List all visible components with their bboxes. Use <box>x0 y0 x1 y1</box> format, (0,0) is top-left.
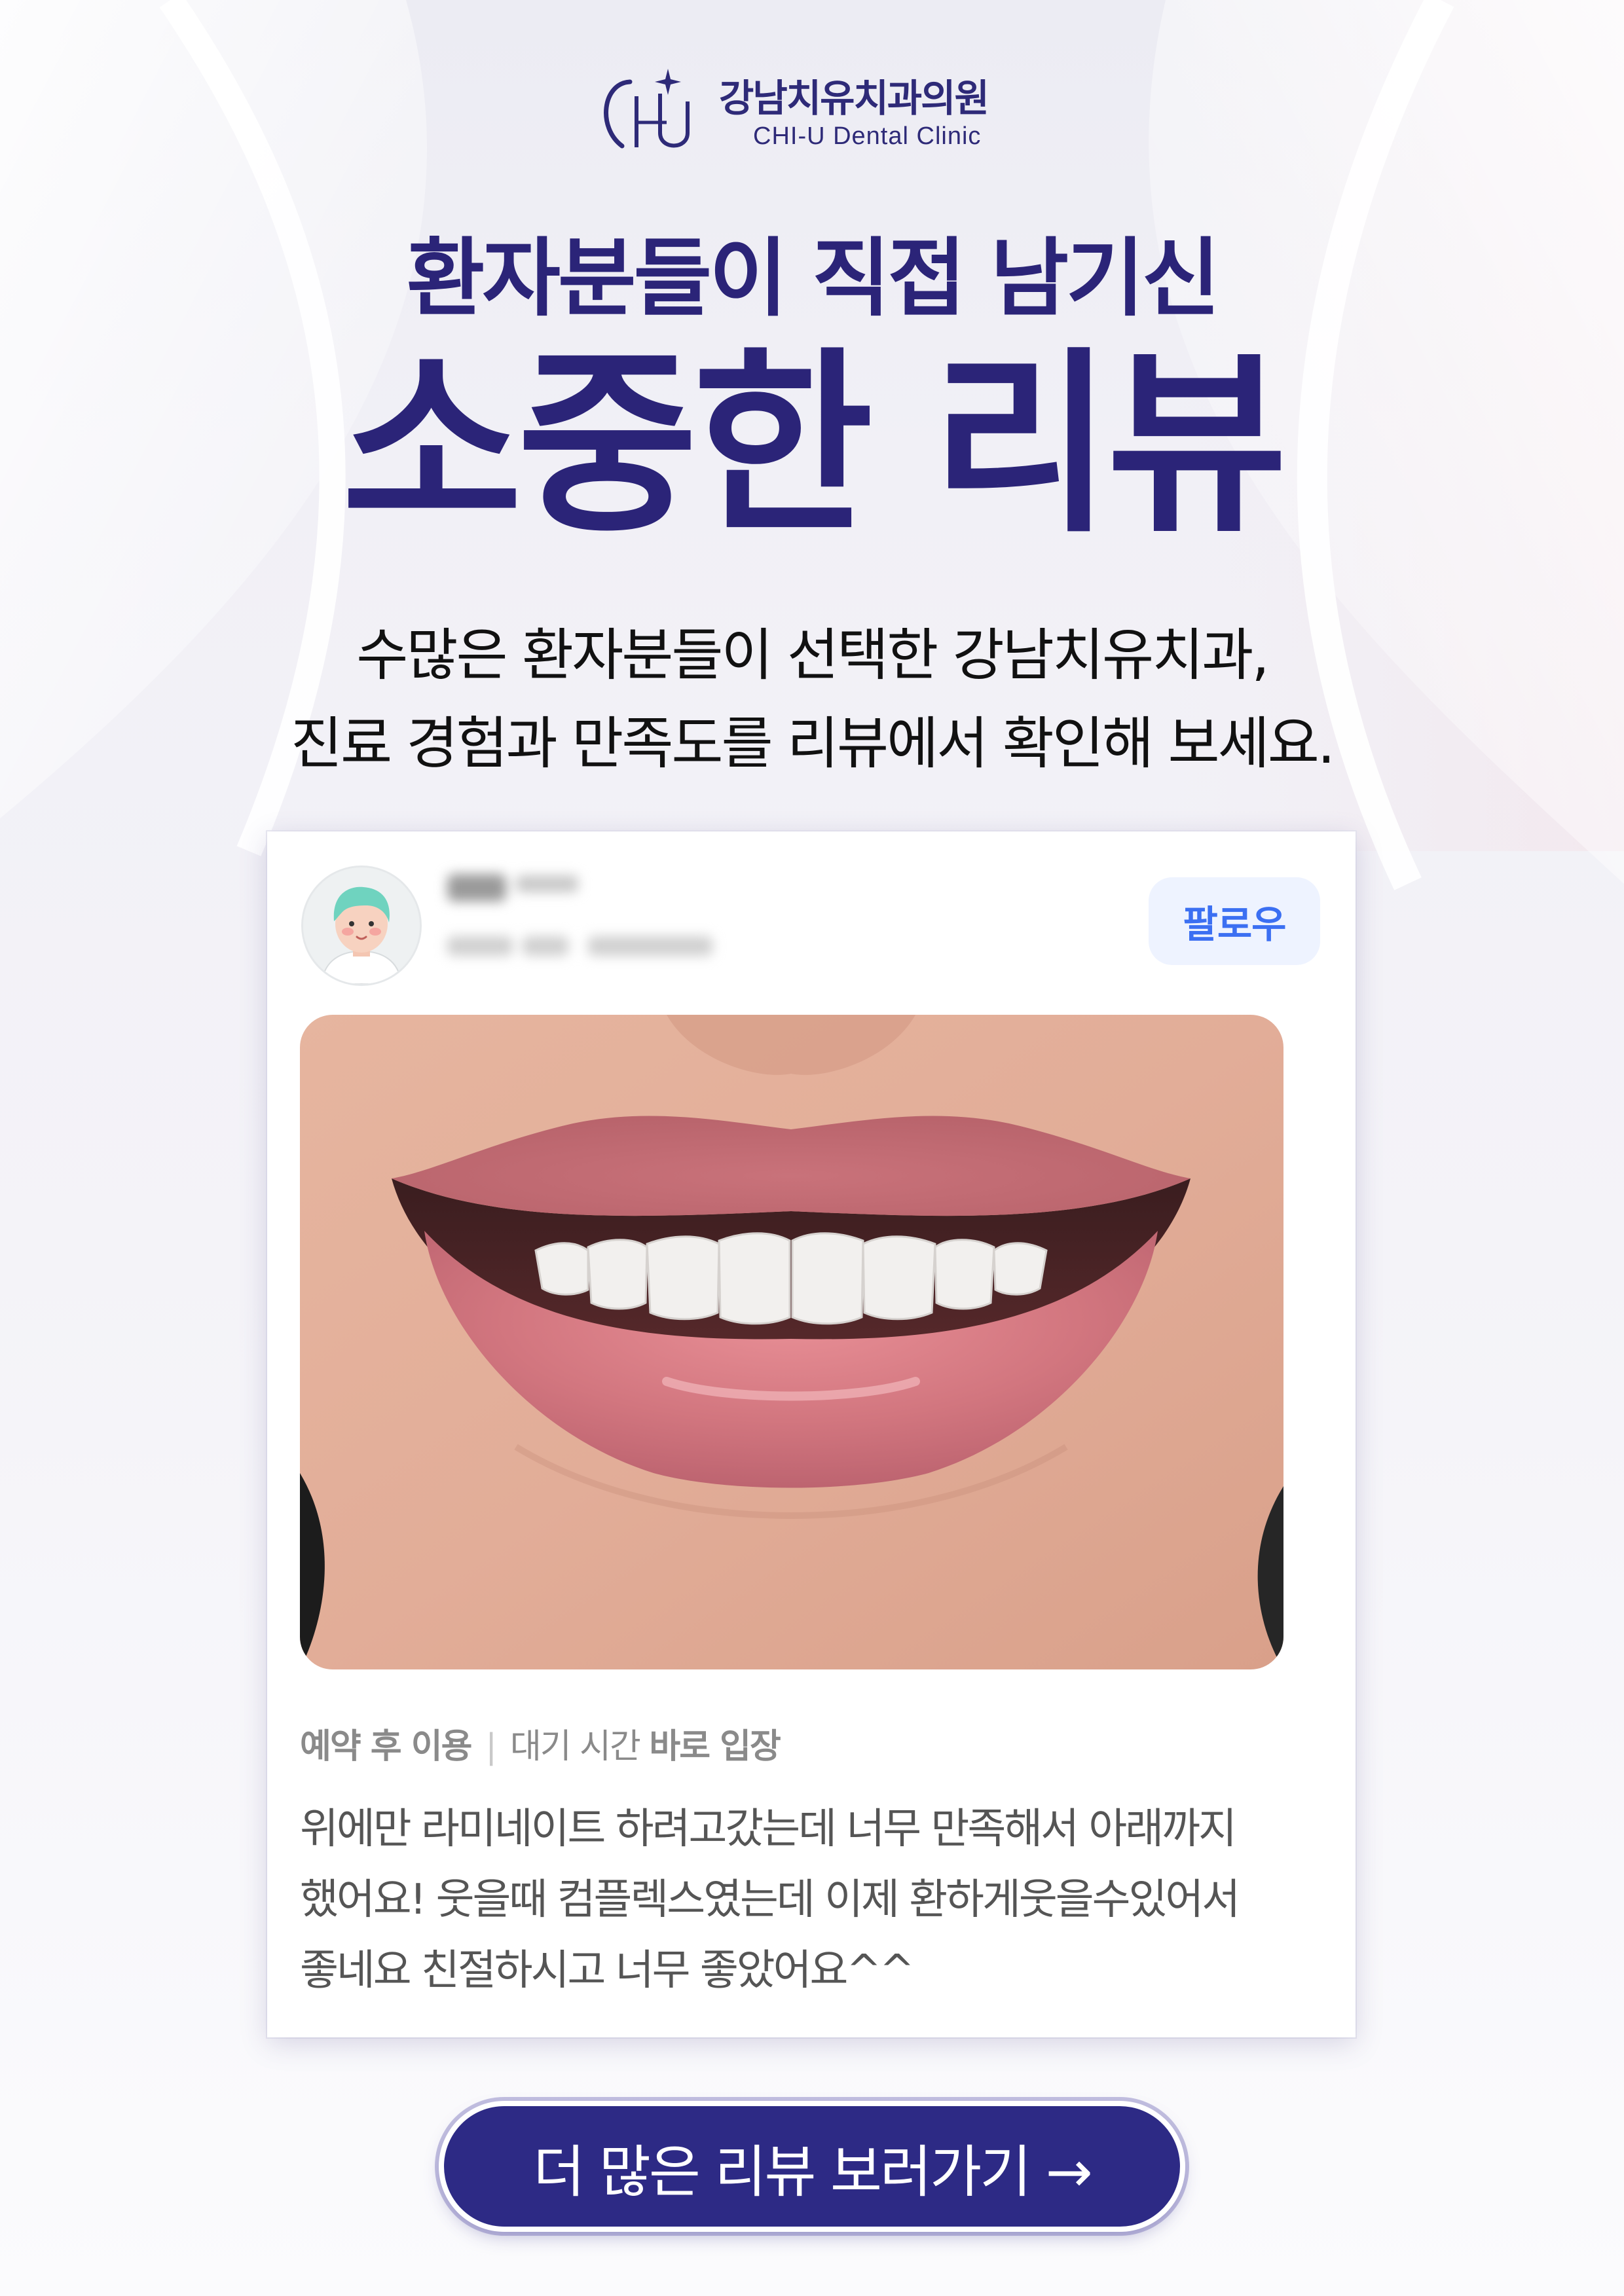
more-reviews-button[interactable]: 더 많은 리뷰 보러가기 → <box>444 2106 1180 2227</box>
chi-u-logo-mark-icon <box>604 69 690 149</box>
wait-time-label: 대기 시간 <box>509 1727 641 1766</box>
tag-divider: | <box>485 1727 496 1766</box>
review-text: 위에만 라미네이트 하려고갔는데 너무 만족해서 아래까지 했어요! 웃을때 컴… <box>300 1794 1321 2006</box>
reviewer-name-blurred <box>447 874 578 902</box>
subheadline-line-2: 진료 경험과 만족도를 리뷰에서 확인해 보세요. <box>290 711 1335 776</box>
review-text-line: 위에만 라미네이트 하려고갔는데 너무 만족해서 아래까지 <box>300 1805 1237 1853</box>
reviewer-avatar <box>301 866 422 986</box>
review-text-line: 했어요! 웃을때 컴플렉스였는데 이제 환하게웃을수있어서 <box>300 1876 1240 1924</box>
promo-page: 강남치유치과의원 CHI-U Dental Clinic 환자분들이 직접 남기… <box>0 0 1624 2296</box>
clinic-name-english: CHI-U Dental Clinic <box>753 122 982 150</box>
review-tags: 예약 후 이용 | 대기 시간 바로 입장 <box>300 1719 781 1768</box>
review-photo-smile <box>300 1015 1283 1669</box>
headline-top: 환자분들이 직접 남기신 <box>406 228 1221 328</box>
clinic-logo: 강남치유치과의원 CHI-U Dental Clinic <box>583 62 1054 160</box>
reviewer-meta-blurred <box>447 936 712 956</box>
avatar-illustration-icon <box>303 867 420 984</box>
clinic-name-korean: 강남치유치과의원 <box>719 76 989 120</box>
subheadline-line-1: 수많은 환자분들이 선택한 강남치유치과, <box>356 623 1269 688</box>
visit-type-tag: 예약 후 이용 <box>300 1727 472 1766</box>
review-card: 팔로우 예약 후 이용 | 대기 시간 바로 입장 위에만 라미네이트 하려고갔… <box>267 831 1356 2037</box>
headline-main: 소중한 리뷰 <box>341 331 1287 559</box>
more-reviews-button-label: 더 많은 리뷰 보러가기 → <box>533 2139 1092 2205</box>
follow-button[interactable]: 팔로우 <box>1149 877 1320 965</box>
wait-time-value: 바로 입장 <box>649 1727 781 1766</box>
review-text-line: 좋네요 친절하시고 너무 좋았어요^^ <box>300 1946 915 1995</box>
